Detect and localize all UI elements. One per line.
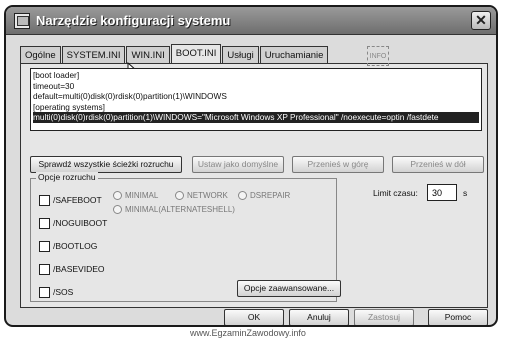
advanced-options-label: Opcje zaawansowane... xyxy=(243,283,335,293)
help-label: Pomoc xyxy=(444,312,472,322)
ok-label: OK xyxy=(247,312,261,322)
tab-win-ini[interactable]: WIN.INI xyxy=(126,46,170,63)
apply-label: Zastosuj xyxy=(367,312,401,322)
system-config-window: Narzędzie konfiguracji systemu ✕ Ogólne … xyxy=(4,5,498,327)
watermark: www.EgzaminZawodowy.info xyxy=(190,328,306,338)
network-radio[interactable] xyxy=(175,190,184,200)
timeout-label: Limit czasu: xyxy=(373,188,418,198)
boot-line[interactable]: [boot loader] xyxy=(33,70,479,81)
info-placeholder: INFO xyxy=(367,46,389,66)
timeout-input[interactable] xyxy=(427,184,457,201)
bootlog-checkbox[interactable] xyxy=(39,240,50,252)
basevideo-checkbox[interactable] xyxy=(39,263,50,275)
app-icon xyxy=(14,13,30,29)
minimal-option[interactable]: MINIMAL xyxy=(113,189,158,201)
noguiboot-option[interactable]: /NOGUIBOOT xyxy=(39,216,107,230)
boot-line[interactable]: timeout=30 xyxy=(33,81,479,92)
tab-general[interactable]: Ogólne xyxy=(20,46,61,63)
help-button[interactable]: Pomoc xyxy=(428,309,488,325)
cancel-label: Anuluj xyxy=(307,312,331,322)
apply-button[interactable]: Zastosuj xyxy=(354,309,414,325)
cancel-button[interactable]: Anuluj xyxy=(289,309,349,325)
bootlog-option[interactable]: /BOOTLOG xyxy=(39,239,97,253)
close-button[interactable]: ✕ xyxy=(471,11,491,30)
timeout-unit: s xyxy=(463,188,468,198)
alternateshell-label: MINIMAL(ALTERNATESHELL) xyxy=(125,204,235,214)
tab-services[interactable]: Usługi xyxy=(222,46,259,63)
advanced-options-button[interactable]: Opcje zaawansowane... xyxy=(237,280,341,297)
safeboot-checkbox[interactable] xyxy=(39,194,50,206)
boot-options-group: Opcje rozruchu /SAFEBOOT /NOGUIBOOT /BOO… xyxy=(30,172,341,302)
sos-checkbox[interactable] xyxy=(39,286,50,298)
bootlog-label: /BOOTLOG xyxy=(53,241,98,251)
boot-line-selected[interactable]: multi(0)disk(0)rdisk(0)partition(1)\WIND… xyxy=(33,112,479,123)
title-bar[interactable]: Narzędzie konfiguracji systemu ✕ xyxy=(6,7,496,35)
alternateshell-option[interactable]: MINIMAL(ALTERNATESHELL) xyxy=(113,203,235,215)
sos-label: /SOS xyxy=(53,287,74,297)
boot-ini-textbox[interactable]: [boot loader] timeout=30 default=multi(0… xyxy=(30,68,482,131)
minimal-label: MINIMAL xyxy=(125,190,159,200)
dsrepair-option[interactable]: DSREPAIR xyxy=(238,189,290,201)
tab-system-ini[interactable]: SYSTEM.INI xyxy=(61,46,126,63)
boot-line[interactable]: default=multi(0)disk(0)rdisk(0)partition… xyxy=(33,91,479,102)
noguiboot-label: /NOGUIBOOT xyxy=(53,218,108,228)
safeboot-label: /SAFEBOOT xyxy=(53,195,102,205)
tab-boot-ini[interactable]: BOOT.INI xyxy=(170,44,222,64)
network-option[interactable]: NETWORK xyxy=(175,189,228,201)
basevideo-option[interactable]: /BASEVIDEO xyxy=(39,262,105,276)
noguiboot-checkbox[interactable] xyxy=(39,217,50,229)
tab-startup[interactable]: Uruchamianie xyxy=(259,46,329,63)
boot-options-title: Opcje rozruchu xyxy=(36,172,98,182)
tab-strip: Ogólne SYSTEM.INI WIN.INI BOOT.INI Usług… xyxy=(20,43,329,64)
move-down-button[interactable]: Przenieś w dół xyxy=(392,156,484,173)
window-title: Narzędzie konfiguracji systemu xyxy=(36,13,231,28)
dsrepair-radio[interactable] xyxy=(238,190,247,200)
set-default-label: Ustaw jako domyślne xyxy=(197,159,279,169)
check-boot-paths-button[interactable]: Sprawdź wszystkie ścieżki rozruchu xyxy=(30,156,182,173)
boot-line[interactable]: [operating systems] xyxy=(33,102,479,113)
dsrepair-label: DSREPAIR xyxy=(250,190,291,200)
move-up-label: Przenieś w górę xyxy=(307,159,369,169)
alternateshell-radio[interactable] xyxy=(113,204,122,214)
basevideo-label: /BASEVIDEO xyxy=(53,264,105,274)
move-up-button[interactable]: Przenieś w górę xyxy=(292,156,384,173)
minimal-radio[interactable] xyxy=(113,190,122,200)
boot-ini-panel: INFO [boot loader] timeout=30 default=mu… xyxy=(20,46,488,308)
ok-button[interactable]: OK xyxy=(224,309,284,325)
set-default-button[interactable]: Ustaw jako domyślne xyxy=(192,156,284,173)
move-down-label: Przenieś w dół xyxy=(410,159,466,169)
safeboot-option[interactable]: /SAFEBOOT xyxy=(39,193,102,207)
network-label: NETWORK xyxy=(187,190,228,200)
sos-option[interactable]: /SOS xyxy=(39,285,73,299)
check-boot-paths-label: Sprawdź wszystkie ścieżki rozruchu xyxy=(38,159,174,169)
